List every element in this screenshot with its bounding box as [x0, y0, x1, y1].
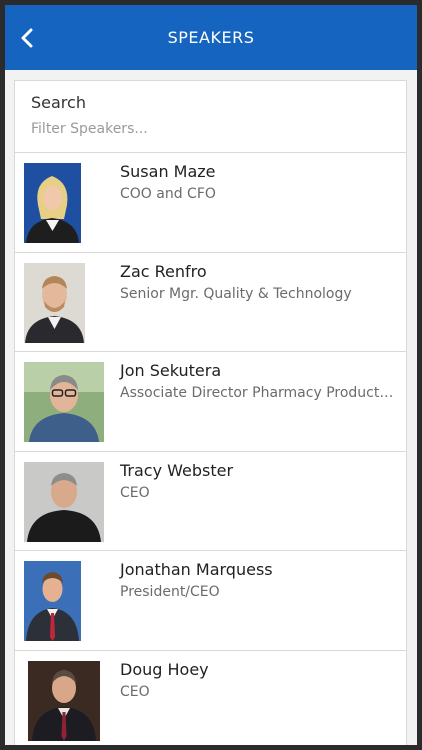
speaker-photo	[24, 362, 104, 443]
speaker-row[interactable]: Jonathan Marquess President/CEO	[15, 551, 406, 651]
app-screen: SPEAKERS Search Susan Maze COO and CFO	[5, 5, 417, 745]
search-label: Search	[31, 93, 86, 112]
speaker-row[interactable]: Doug Hoey CEO	[15, 651, 406, 745]
speaker-name: Tracy Webster	[120, 460, 234, 480]
speaker-row[interactable]: Susan Maze COO and CFO	[15, 153, 406, 253]
speaker-role: CEO	[120, 683, 150, 700]
speaker-name: Susan Maze	[120, 162, 216, 181]
speaker-photo	[24, 163, 81, 243]
speaker-name: Jonathan Marquess	[120, 560, 273, 580]
speaker-list: Search Susan Maze COO and CFO	[14, 80, 407, 745]
speaker-photo	[24, 461, 104, 542]
speaker-row[interactable]: Jon Sekutera Associate Director Pharmacy…	[15, 352, 406, 452]
app-header: SPEAKERS	[5, 5, 417, 70]
speaker-photo	[28, 660, 100, 741]
speaker-row[interactable]: Tracy Webster CEO	[15, 452, 406, 552]
search-box: Search	[15, 81, 406, 153]
speaker-photo	[24, 262, 85, 343]
speaker-role: Associate Director Pharmacy Products ...	[120, 385, 395, 402]
back-button[interactable]	[9, 5, 45, 70]
speaker-photo	[24, 561, 81, 642]
speaker-name: Doug Hoey	[120, 659, 209, 679]
speaker-name: Jon Sekutera	[120, 361, 222, 381]
speaker-name: Zac Renfro	[120, 261, 207, 281]
speaker-role: CEO	[120, 484, 150, 501]
speaker-role: COO and CFO	[120, 186, 216, 202]
speaker-role: Senior Mgr. Quality & Technology	[120, 285, 352, 302]
speaker-role: President/CEO	[120, 584, 220, 601]
chevron-left-icon	[21, 28, 33, 47]
speaker-row[interactable]: Zac Renfro Senior Mgr. Quality & Technol…	[15, 253, 406, 353]
search-input[interactable]	[31, 121, 390, 137]
page-title: SPEAKERS	[167, 28, 255, 47]
